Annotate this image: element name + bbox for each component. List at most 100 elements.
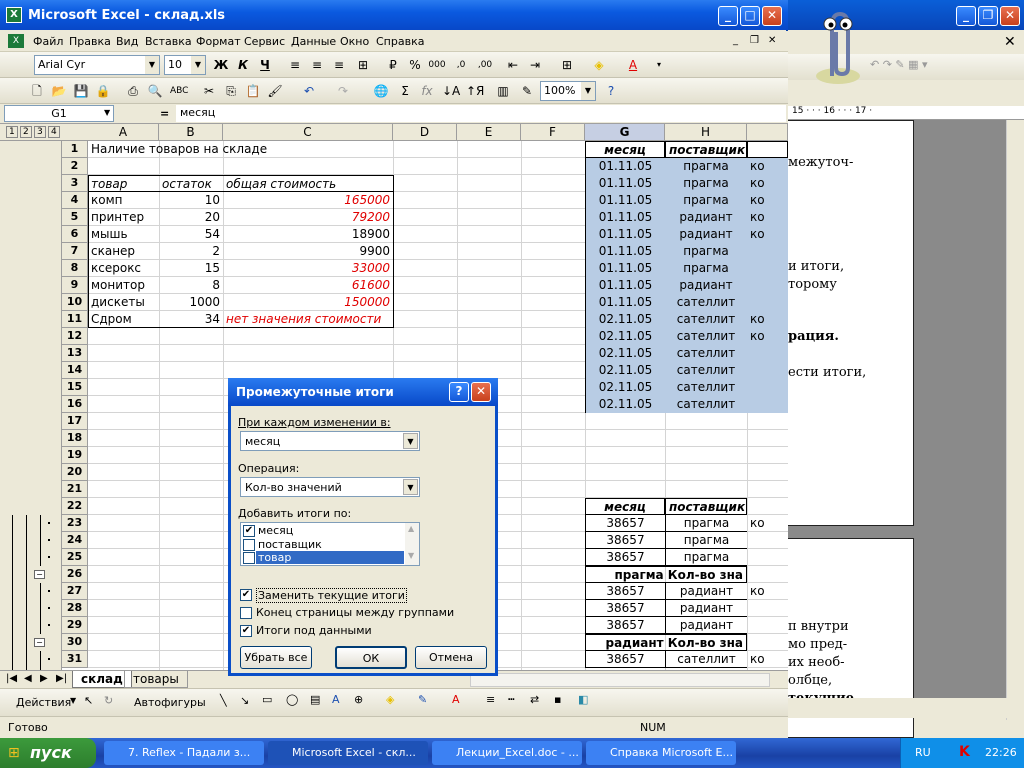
task-word[interactable]: Лекции_Excel.doc - ... xyxy=(432,741,582,765)
row-header[interactable]: 21 xyxy=(62,481,88,498)
font-name-combo[interactable]: Arial Cyr ▼ xyxy=(34,55,160,75)
cell-B4[interactable]: 10 xyxy=(159,192,223,209)
cell-C10[interactable]: 150000 xyxy=(223,294,393,311)
copy-icon[interactable]: ⎘ xyxy=(222,82,240,100)
borders-icon[interactable]: ⊞ xyxy=(558,56,576,74)
function-icon[interactable]: fx xyxy=(418,82,436,100)
cell-G23[interactable]: 38657 xyxy=(585,515,665,532)
cell-I28[interactable] xyxy=(747,600,788,617)
cell-H4[interactable]: прагма xyxy=(665,192,747,209)
outline-level-3[interactable]: 3 xyxy=(34,126,46,138)
cell-H23[interactable]: прагма xyxy=(665,515,747,532)
change-field-select[interactable]: месяц ▼ xyxy=(240,431,420,451)
cell-H1[interactable]: поставщик xyxy=(665,141,747,158)
cell-B3[interactable]: остаток xyxy=(159,175,223,192)
cell-G25[interactable]: 38657 xyxy=(585,549,665,566)
cell-C6[interactable]: 18900 xyxy=(223,226,393,243)
cell-I4[interactable]: ко xyxy=(747,192,788,209)
thousands-icon[interactable]: 000 xyxy=(428,56,446,74)
col-header-C[interactable]: C xyxy=(223,124,393,141)
cell-H16[interactable]: сателлит xyxy=(665,396,747,413)
doc-minimize-icon[interactable]: _ xyxy=(733,35,738,46)
drawing-icon[interactable]: ✎ xyxy=(518,82,536,100)
increase-decimal-icon[interactable]: ,0 xyxy=(452,56,470,74)
cell-H29[interactable]: радиант xyxy=(665,617,747,634)
select-objects-icon[interactable]: ↖ xyxy=(84,694,93,707)
rectangle-icon[interactable]: ▭ xyxy=(262,693,272,706)
redo-icon[interactable]: ↷ xyxy=(334,82,352,100)
align-right-icon[interactable]: ≡ xyxy=(330,56,348,74)
replace-checkbox[interactable]: ✔ xyxy=(240,589,252,601)
cell-I12[interactable]: ко xyxy=(747,328,788,345)
task-help[interactable]: Справка Microsoft E... xyxy=(586,741,736,765)
field-item-checkbox[interactable] xyxy=(243,552,255,564)
cancel-button[interactable]: Отмена xyxy=(415,646,487,669)
horizontal-scrollbar[interactable] xyxy=(470,673,770,687)
prev-sheet-icon[interactable]: ◀ xyxy=(24,673,32,684)
field-supplier-checkbox[interactable] xyxy=(243,539,255,551)
cell-G5[interactable]: 01.11.05 xyxy=(585,209,665,226)
cell-H10[interactable]: сателлит xyxy=(665,294,747,311)
row-header[interactable]: 25 xyxy=(62,549,88,566)
col-header-D[interactable]: D xyxy=(393,124,457,141)
cell-G6[interactable]: 01.11.05 xyxy=(585,226,665,243)
cell-G16[interactable]: 02.11.05 xyxy=(585,396,665,413)
row-header[interactable]: 18 xyxy=(62,430,88,447)
row-header[interactable]: 3 xyxy=(62,175,88,192)
scroll-up-icon[interactable]: ▲ xyxy=(408,524,414,533)
cell-H7[interactable]: прагма xyxy=(665,243,747,260)
remove-all-button[interactable]: Убрать все xyxy=(240,646,312,669)
antivirus-icon[interactable]: K xyxy=(959,744,970,760)
cell-H2[interactable]: прагма xyxy=(665,158,747,175)
menu-insert[interactable]: Вставка xyxy=(145,35,192,48)
maximize-button[interactable]: □ xyxy=(740,6,760,26)
cell-I8[interactable] xyxy=(747,260,788,277)
cell-G4[interactable]: 01.11.05 xyxy=(585,192,665,209)
operation-select[interactable]: Кол-во значений ▼ xyxy=(240,477,420,497)
cell-G1[interactable]: месяц xyxy=(585,141,665,158)
cell-H13[interactable]: сателлит xyxy=(665,345,747,362)
cell-H8[interactable]: прагма xyxy=(665,260,747,277)
row-header[interactable]: 10 xyxy=(62,294,88,311)
open-icon[interactable]: 📂 xyxy=(50,82,68,100)
field-supplier-label[interactable]: поставщик xyxy=(258,538,322,551)
field-month-checkbox[interactable]: ✔ xyxy=(243,525,255,537)
line-icon[interactable]: ╲ xyxy=(220,694,227,707)
font-color-icon[interactable]: A xyxy=(452,693,460,706)
cell-I23[interactable]: ко xyxy=(747,515,788,532)
next-sheet-icon[interactable]: ▶ xyxy=(40,673,48,684)
col-header-I[interactable] xyxy=(747,124,788,141)
cell-G27[interactable]: 38657 xyxy=(585,583,665,600)
replace-label[interactable]: Заменить текущие итоги xyxy=(256,588,407,603)
sort-ascending-icon[interactable]: ↓A xyxy=(442,82,460,100)
line-color-icon[interactable]: ✎ xyxy=(418,693,427,706)
row-header[interactable]: 11 xyxy=(62,311,88,328)
cell-A3[interactable]: товар xyxy=(88,175,159,192)
dash-style-icon[interactable]: ┅ xyxy=(508,693,515,706)
menu-data[interactable]: Данные xyxy=(291,35,336,48)
decrease-decimal-icon[interactable]: ,00 xyxy=(476,56,494,74)
language-indicator[interactable]: RU xyxy=(915,746,931,759)
row-header[interactable]: 24 xyxy=(62,532,88,549)
pagebreak-label[interactable]: Конец страницы между группами xyxy=(256,606,454,619)
underline-button[interactable]: Ч xyxy=(256,56,274,74)
scroll-down-icon[interactable]: ▼ xyxy=(408,551,414,560)
cell-B11[interactable]: 34 xyxy=(159,311,223,328)
cell-A4[interactable]: комп xyxy=(88,192,159,209)
chevron-down-icon[interactable]: ▼ xyxy=(403,479,418,495)
row-header[interactable]: 16 xyxy=(62,396,88,413)
row-header[interactable]: 28 xyxy=(62,600,88,617)
diagram-icon[interactable]: ⊕ xyxy=(354,693,363,706)
collapse-group-icon[interactable]: − xyxy=(34,638,45,647)
textbox-icon[interactable]: ▤ xyxy=(310,693,320,706)
cell-G8[interactable]: 01.11.05 xyxy=(585,260,665,277)
listbox-scrollbar[interactable]: ▲ ▼ xyxy=(405,523,419,565)
cell-I11[interactable]: ко xyxy=(747,311,788,328)
cell-A9[interactable]: монитор xyxy=(88,277,159,294)
col-header-F[interactable]: F xyxy=(521,124,585,141)
cell-B10[interactable]: 1000 xyxy=(159,294,223,311)
bold-button[interactable]: Ж xyxy=(212,56,230,74)
cell-C9[interactable]: 61600 xyxy=(223,277,393,294)
permission-icon[interactable]: 🔒 xyxy=(94,82,112,100)
align-center-icon[interactable]: ≡ xyxy=(308,56,326,74)
